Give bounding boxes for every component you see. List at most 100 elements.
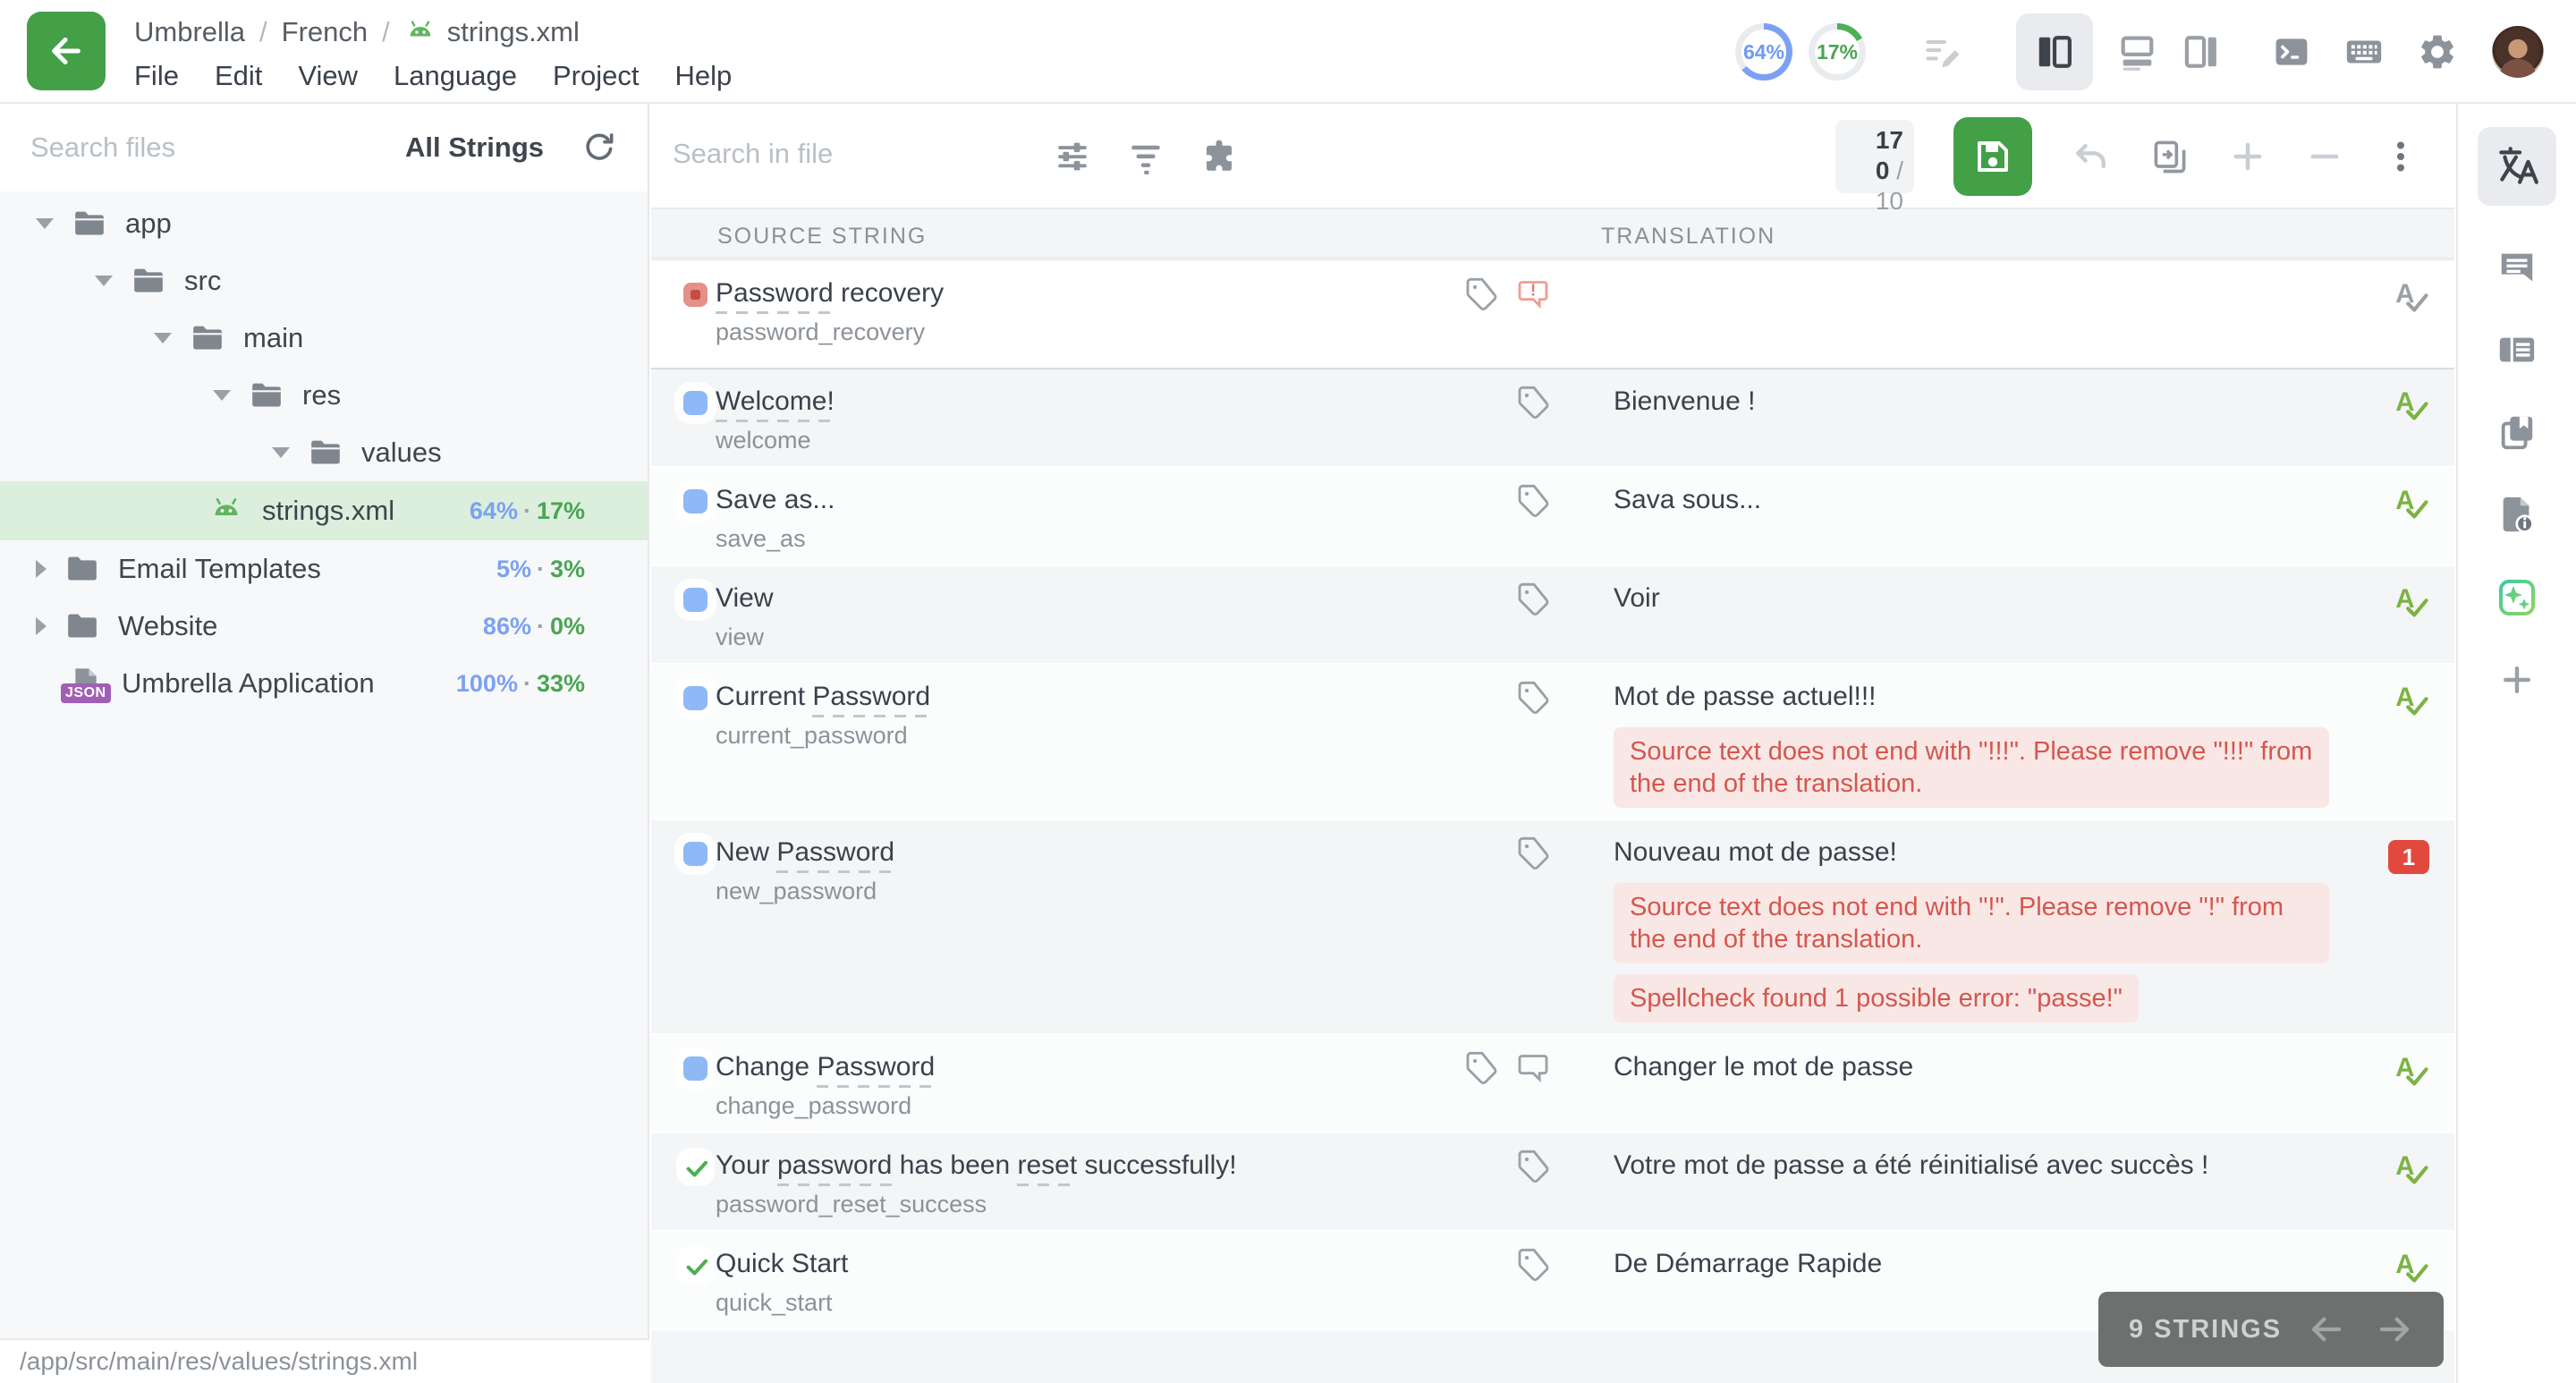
search-files-input[interactable]: Search files	[30, 132, 405, 164]
save-button[interactable]	[1953, 117, 2032, 196]
tree-item-res[interactable]: res	[0, 367, 648, 424]
menu-file[interactable]: File	[134, 60, 179, 92]
filter-icon[interactable]	[1127, 138, 1165, 175]
menu-view[interactable]: View	[298, 60, 358, 92]
string-counter: 17 0 / 10	[1835, 120, 1914, 193]
add-panel-button[interactable]	[2497, 660, 2537, 700]
undo-icon[interactable]	[2072, 137, 2111, 176]
strings-scope-dropdown[interactable]: All Strings	[405, 132, 544, 164]
tag-icon	[1515, 581, 1551, 616]
tree-item-values[interactable]: values	[0, 424, 648, 481]
more-kebab-icon[interactable]	[2383, 139, 2419, 174]
tree-item-umbrella-application[interactable]: JSON Umbrella Application 100%·33%	[0, 655, 648, 712]
prev-page-arrow-icon[interactable]	[2308, 1311, 2345, 1348]
folder-icon	[64, 551, 100, 587]
file-progress: 100%·33%	[456, 670, 585, 698]
menu-bar: File Edit View Language Project Help	[134, 54, 732, 98]
svg-text:A: A	[2395, 387, 2414, 417]
tree-item-website[interactable]: Website 86%·0%	[0, 598, 648, 655]
table-row[interactable]: Your password has been reset successfull…	[651, 1133, 2454, 1232]
comments-icon	[2496, 247, 2538, 288]
breadcrumb-project[interactable]: Umbrella	[134, 16, 245, 48]
menu-project[interactable]: Project	[553, 60, 639, 92]
string-status-translated-icon	[683, 391, 708, 415]
layout-side-by-side-button[interactable]	[2016, 13, 2093, 90]
tag-icon	[1515, 1148, 1551, 1184]
table-row[interactable]: Current Password current_password Mot de…	[651, 665, 2454, 820]
table-row[interactable]: View view Voir A	[651, 566, 2454, 665]
tree-item-strings-xml[interactable]: strings.xml 64%·17%	[0, 481, 648, 540]
tag-icon	[1515, 482, 1551, 518]
folder-icon	[190, 320, 225, 356]
translation-memory-panel-button[interactable]	[2496, 412, 2538, 453]
breadcrumb: Umbrella / French / strings.xml	[134, 13, 580, 52]
zoom-in-plus-icon[interactable]	[2229, 138, 2267, 175]
tag-icon	[1515, 835, 1551, 870]
translate-panel-button[interactable]	[2478, 127, 2556, 206]
settings-gear-icon[interactable]	[2417, 31, 2458, 72]
string-status-translated-icon	[683, 842, 708, 866]
tree-item-app[interactable]: app	[0, 195, 648, 252]
spellcheck-ok-icon: A	[2392, 386, 2429, 423]
source-string-header: SOURCE STRING	[717, 224, 927, 250]
translated-progress-ring: 64%	[1735, 23, 1792, 81]
console-icon[interactable]	[2272, 32, 2311, 72]
android-icon	[208, 493, 244, 529]
svg-text:A: A	[2395, 1053, 2414, 1082]
spellcheck-ok-icon: A	[2392, 681, 2429, 718]
folder-icon	[72, 206, 107, 242]
tree-item-main[interactable]: main	[0, 310, 648, 367]
table-row[interactable]: Change Password change_password Changer …	[651, 1035, 2454, 1133]
table-row[interactable]: New Password new_password Nouveau mot de…	[651, 820, 2454, 1035]
draft-edit-icon[interactable]	[1923, 32, 1962, 72]
keyboard-icon[interactable]	[2343, 31, 2385, 72]
menu-help[interactable]: Help	[674, 60, 732, 92]
plus-icon	[2497, 660, 2537, 700]
file-context-icon	[2496, 494, 2538, 535]
layout-horizontal-split-button[interactable]	[2116, 31, 2157, 72]
strings-toolbar: Search in file 17 0 / 10	[651, 104, 2454, 209]
spellcheck-ok-icon: A	[2392, 582, 2429, 620]
breadcrumb-file[interactable]: strings.xml	[447, 16, 580, 48]
folder-icon	[64, 608, 100, 644]
caret-down-icon	[213, 390, 231, 401]
next-page-arrow-icon[interactable]	[2376, 1311, 2413, 1348]
table-row[interactable]: Welcome! welcome Bienvenue ! A	[651, 369, 2454, 468]
string-status-translated-icon	[683, 1056, 708, 1081]
tree-item-src[interactable]: src	[0, 252, 648, 310]
comment-icon	[1515, 1049, 1551, 1085]
spellcheck-ok-icon: A	[2392, 1248, 2429, 1285]
qa-error-message: Source text does not end with "!!!". Ple…	[1614, 727, 2329, 808]
tree-item-email-templates[interactable]: Email Templates 5%·3%	[0, 540, 648, 598]
tag-icon	[1515, 1246, 1551, 1282]
copy-source-icon[interactable]	[2150, 137, 2190, 176]
svg-text:A: A	[2395, 486, 2414, 515]
table-row[interactable]: Password recovery password_recovery ! A	[651, 261, 2454, 369]
tag-icon	[1515, 679, 1551, 715]
breadcrumb-language[interactable]: French	[282, 16, 368, 48]
layout-right-panel-button[interactable]	[2181, 31, 2222, 72]
string-status-translated-icon	[683, 686, 708, 710]
strings-count-pill: 9 STRINGS	[2098, 1292, 2444, 1367]
file-progress: 86%·0%	[483, 613, 585, 641]
file-context-panel-button[interactable]	[2496, 494, 2538, 535]
ai-assistant-panel-button[interactable]	[2496, 576, 2538, 619]
table-row[interactable]: Save as... save_as Sava sous... A	[651, 468, 2454, 566]
search-in-file-input[interactable]: Search in file	[673, 138, 833, 170]
avatar[interactable]	[2492, 26, 2544, 78]
ai-assistant-icon	[2496, 576, 2538, 619]
translate-icon	[2495, 144, 2539, 189]
arrow-left-icon	[46, 30, 87, 72]
menu-edit[interactable]: Edit	[215, 60, 262, 92]
string-status-approved-icon	[683, 1253, 708, 1277]
back-button[interactable]	[27, 12, 106, 90]
filter-settings-icon[interactable]	[1054, 138, 1091, 175]
zoom-out-minus-icon[interactable]	[2306, 138, 2343, 175]
folder-icon	[249, 378, 284, 413]
dictionary-panel-button[interactable]	[2496, 329, 2538, 370]
plugins-puzzle-icon[interactable]	[1200, 138, 1238, 175]
refresh-icon[interactable]	[581, 130, 617, 165]
spellcheck-ok-icon: A	[2392, 1051, 2429, 1089]
comments-panel-button[interactable]	[2496, 247, 2538, 288]
menu-language[interactable]: Language	[394, 60, 517, 92]
